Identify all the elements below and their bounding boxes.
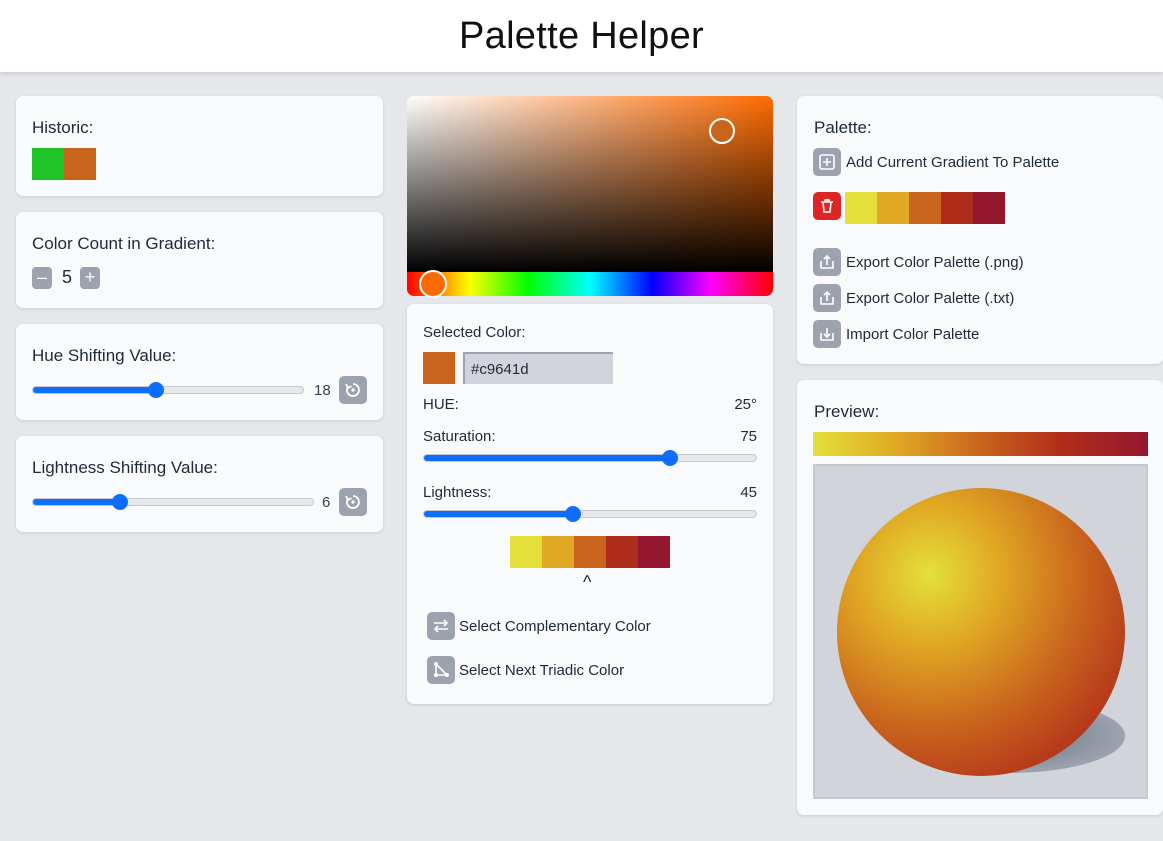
slider-fill bbox=[424, 511, 574, 517]
complementary-label[interactable]: Select Complementary Color bbox=[459, 618, 651, 635]
historic-swatch[interactable] bbox=[32, 148, 64, 180]
color-count-value: 5 bbox=[62, 267, 73, 287]
triangle-icon bbox=[434, 662, 449, 677]
saturation-label: Saturation: bbox=[423, 428, 496, 445]
color-count-card: Color Count in Gradient: – 5 + bbox=[16, 212, 383, 308]
preview-card: Preview: bbox=[797, 380, 1163, 815]
hue-bar[interactable] bbox=[407, 272, 773, 296]
slider-handle[interactable] bbox=[565, 506, 582, 522]
export-icon bbox=[820, 254, 834, 269]
add-gradient-button[interactable] bbox=[813, 148, 841, 176]
hue-shift-label: Hue Shifting Value: bbox=[32, 346, 177, 365]
hue-shift-value: 18 bbox=[314, 382, 331, 399]
palette-label: Palette: bbox=[814, 118, 872, 137]
import-label[interactable]: Import Color Palette bbox=[846, 326, 979, 343]
export-txt-button[interactable] bbox=[813, 284, 841, 312]
import-button[interactable] bbox=[813, 320, 841, 348]
delete-row-button[interactable] bbox=[813, 192, 841, 220]
gradient-swatches bbox=[510, 536, 670, 568]
preview-label: Preview: bbox=[814, 402, 880, 421]
preview-gradient-bar bbox=[813, 432, 1148, 456]
hue-value: 25° bbox=[734, 396, 757, 413]
hue-label: HUE: bbox=[423, 396, 459, 413]
historic-label: Historic: bbox=[32, 118, 94, 137]
historic-card: Historic: bbox=[16, 96, 383, 196]
color-swatch[interactable] bbox=[909, 192, 941, 224]
triadic-button[interactable] bbox=[427, 656, 455, 684]
selected-color-swatch bbox=[423, 352, 455, 384]
add-gradient-label[interactable]: Add Current Gradient To Palette bbox=[846, 154, 1059, 171]
historic-swatch[interactable] bbox=[64, 148, 96, 180]
hue-shift-card: Hue Shifting Value: 18 bbox=[16, 324, 383, 420]
lightness-shift-card: Lightness Shifting Value: 6 bbox=[16, 436, 383, 532]
hue-shift-slider[interactable] bbox=[32, 382, 304, 398]
color-swatch[interactable] bbox=[941, 192, 973, 224]
lightness-value: 45 bbox=[740, 484, 757, 501]
preview-render bbox=[813, 464, 1148, 799]
app-title: Palette Helper bbox=[458, 14, 704, 57]
slider-fill bbox=[424, 455, 670, 461]
lightness-shift-value: 6 bbox=[322, 494, 331, 511]
export-icon bbox=[820, 290, 834, 305]
saturation-value: 75 bbox=[740, 428, 757, 445]
slider-fill bbox=[33, 499, 120, 505]
palette-row bbox=[845, 192, 1005, 224]
slider-handle[interactable] bbox=[147, 382, 164, 398]
import-icon bbox=[820, 328, 834, 341]
slider-handle[interactable] bbox=[111, 494, 128, 510]
export-txt-label[interactable]: Export Color Palette (.txt) bbox=[846, 290, 1014, 307]
color-swatch[interactable] bbox=[638, 536, 670, 568]
color-swatch[interactable] bbox=[510, 536, 542, 568]
saturation-slider[interactable] bbox=[423, 450, 757, 466]
decrease-count-button[interactable]: – bbox=[32, 267, 52, 289]
color-swatch[interactable] bbox=[606, 536, 638, 568]
triadic-label[interactable]: Select Next Triadic Color bbox=[459, 662, 624, 679]
color-swatch[interactable] bbox=[574, 536, 606, 568]
color-count-label: Color Count in Gradient: bbox=[32, 234, 216, 253]
color-swatch[interactable] bbox=[973, 192, 1005, 224]
color-swatch[interactable] bbox=[845, 192, 877, 224]
reset-lightness-shift-button[interactable] bbox=[339, 488, 367, 516]
hex-input[interactable] bbox=[463, 352, 613, 384]
palette-card: Palette: Add Current Gradient To Palette… bbox=[797, 96, 1163, 364]
reset-icon bbox=[345, 383, 360, 397]
lightness-slider[interactable] bbox=[423, 506, 757, 522]
export-png-label[interactable]: Export Color Palette (.png) bbox=[846, 254, 1024, 271]
hue-handle[interactable] bbox=[418, 270, 447, 298]
slider-handle[interactable] bbox=[661, 450, 678, 466]
reset-icon bbox=[345, 495, 360, 509]
add-box-icon bbox=[819, 154, 835, 170]
lightness-shift-label: Lightness Shifting Value: bbox=[32, 458, 218, 477]
swap-icon bbox=[433, 619, 449, 633]
complementary-button[interactable] bbox=[427, 612, 455, 640]
saturation-value-handle[interactable] bbox=[708, 118, 735, 145]
color-swatch[interactable] bbox=[877, 192, 909, 224]
selected-color-label: Selected Color: bbox=[423, 324, 526, 341]
sphere bbox=[837, 488, 1125, 776]
trash-icon bbox=[821, 199, 833, 213]
reset-hue-shift-button[interactable] bbox=[339, 376, 367, 404]
selected-swatch-caret: ^ bbox=[583, 572, 592, 592]
color-swatch[interactable] bbox=[542, 536, 574, 568]
increase-count-button[interactable]: + bbox=[80, 267, 100, 289]
lightness-shift-slider[interactable] bbox=[32, 494, 314, 510]
slider-fill bbox=[33, 387, 156, 393]
app-header: Palette Helper bbox=[0, 0, 1163, 72]
selected-color-card: Selected Color: HUE: 25° Saturation: 75 … bbox=[407, 304, 773, 704]
lightness-label: Lightness: bbox=[423, 484, 492, 501]
export-png-button[interactable] bbox=[813, 248, 841, 276]
